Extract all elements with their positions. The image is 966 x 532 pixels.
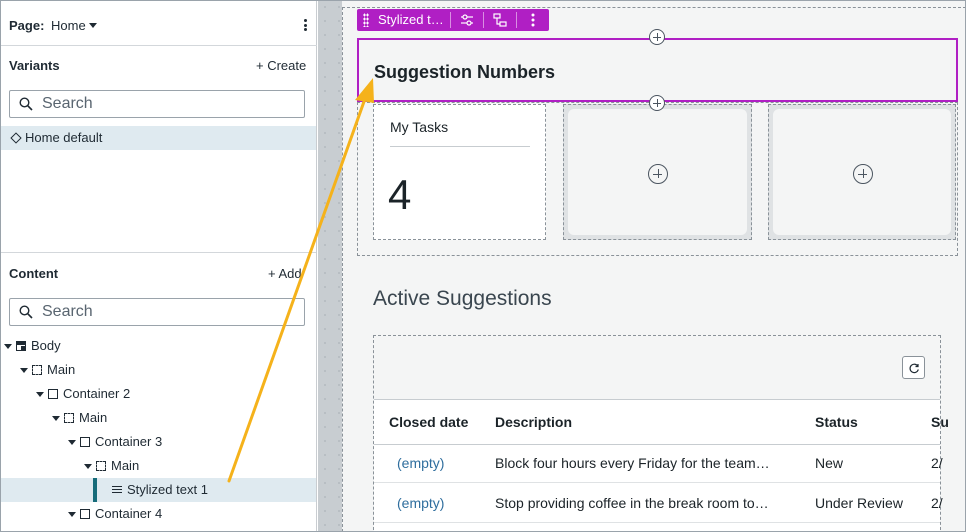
my-tasks-widget[interactable]: My Tasks 4 — [373, 104, 546, 240]
container-icon — [48, 389, 58, 399]
add-below-icon[interactable] — [649, 95, 665, 111]
body-layout-icon — [16, 341, 26, 351]
tree-item-label: Main — [79, 410, 108, 425]
variant-item-home-default[interactable]: Home default — [0, 126, 316, 150]
content-title: Content — [9, 266, 59, 281]
truncated-cell: 2/ — [931, 455, 943, 471]
more-options-icon[interactable] — [304, 19, 307, 31]
widget-value: 4 — [388, 171, 412, 218]
page-label: Page: — [9, 18, 45, 33]
expand-caret-icon[interactable] — [84, 464, 92, 469]
column-header-closed-date[interactable]: Closed date — [389, 414, 468, 430]
variant-item-label: Home default — [25, 130, 103, 145]
container-icon — [80, 437, 90, 447]
tree-item-main[interactable]: Main — [0, 454, 316, 478]
expand-caret-icon[interactable] — [68, 512, 76, 517]
search-icon — [19, 305, 33, 319]
tree-item-label: Stylized text 1 — [127, 482, 208, 497]
hierarchy-icon[interactable] — [492, 12, 508, 28]
tree-item-label: Main — [111, 458, 140, 473]
component-toolbar: Stylized t… — [357, 9, 549, 31]
status-cell: Under Review — [815, 495, 903, 511]
panel-divider[interactable] — [0, 252, 316, 253]
more-icon[interactable] — [525, 12, 541, 28]
search-icon — [19, 97, 33, 111]
column-header-status[interactable]: Status — [815, 414, 858, 430]
status-cell: New — [815, 455, 844, 471]
column-header-truncated[interactable]: Su — [931, 414, 949, 430]
tree-item-container-2[interactable]: Container 2 — [0, 382, 316, 406]
selection-indicator — [93, 478, 97, 502]
tree-item-body[interactable]: Body — [0, 334, 316, 358]
diamond-icon — [10, 132, 22, 144]
description-cell: Stop providing coffee in the break room … — [495, 495, 769, 511]
row-divider — [374, 522, 940, 523]
description-cell: Block four hours every Friday for the te… — [495, 455, 770, 471]
text-lines-icon — [112, 486, 122, 495]
toolbar-divider — [450, 12, 451, 28]
variants-search-field[interactable] — [9, 90, 305, 118]
selected-stylized-text-block[interactable]: Suggestion Numbers — [357, 38, 958, 102]
add-above-icon[interactable] — [649, 29, 665, 45]
add-component-icon[interactable] — [648, 164, 668, 184]
row-divider — [374, 482, 940, 483]
dashed-region-icon — [64, 413, 74, 423]
closed-date-link[interactable]: (empty) — [397, 455, 444, 471]
tree-item-container-3[interactable]: Container 3 — [0, 430, 316, 454]
content-search-input[interactable] — [42, 302, 292, 322]
component-name: Stylized t… — [378, 12, 444, 27]
add-content-button[interactable]: + Add — [268, 266, 302, 281]
left-panel: Page: Home Variants + Create Home defaul… — [0, 0, 317, 532]
container-icon — [80, 509, 90, 519]
tree-item-label: Container 2 — [63, 386, 131, 401]
suggestions-table: Closed date Description Status Su (empty… — [374, 399, 949, 532]
add-component-icon[interactable] — [853, 164, 873, 184]
widget-divider — [390, 146, 530, 147]
dashed-region-icon — [96, 461, 106, 471]
toolbar-divider — [516, 12, 517, 28]
tree-item-label: Main — [47, 362, 76, 377]
tree-item-stylized-text-1[interactable]: Stylized text 1 — [0, 478, 316, 502]
caret-down-icon — [88, 23, 97, 28]
content-search-field[interactable] — [9, 298, 305, 326]
refresh-button[interactable] — [902, 356, 925, 379]
empty-slot[interactable] — [768, 104, 956, 240]
active-suggestions-title: Active Suggestions — [373, 287, 552, 310]
tree-item-container-4[interactable]: Container 4 — [0, 502, 316, 526]
tree-item-main[interactable]: Main — [0, 358, 316, 382]
page-dropdown[interactable]: Home — [51, 18, 97, 33]
page-selector-row: Page: Home — [0, 0, 317, 46]
expand-caret-icon[interactable] — [36, 392, 44, 397]
refresh-icon — [909, 363, 919, 374]
section-heading: Suggestion Numbers — [374, 62, 556, 82]
truncated-cell: 2/ — [931, 495, 943, 511]
drag-handle-icon[interactable] — [363, 13, 369, 27]
tree-item-label: Body — [31, 338, 61, 353]
expand-caret-icon[interactable] — [52, 416, 60, 421]
header-divider — [374, 444, 940, 445]
page-dropdown-value: Home — [51, 18, 86, 33]
variants-title: Variants — [9, 58, 60, 73]
expand-caret-icon[interactable] — [68, 440, 76, 445]
column-header-description[interactable]: Description — [495, 414, 572, 430]
toolbar-divider — [483, 12, 484, 28]
dashed-region-icon — [32, 365, 42, 375]
closed-date-link[interactable]: (empty) — [397, 495, 444, 511]
expand-caret-icon[interactable] — [4, 344, 12, 349]
tree-item-main[interactable]: Main — [0, 406, 316, 430]
variants-search-input[interactable] — [42, 94, 292, 114]
widget-title: My Tasks — [390, 119, 449, 135]
settings-sliders-icon[interactable] — [459, 12, 475, 28]
create-variant-button[interactable]: + Create — [256, 58, 306, 73]
empty-slot[interactable] — [563, 104, 752, 240]
expand-caret-icon[interactable] — [20, 368, 28, 373]
tree-item-label: Container 3 — [95, 434, 163, 449]
tree-item-label: Container 4 — [95, 506, 163, 521]
